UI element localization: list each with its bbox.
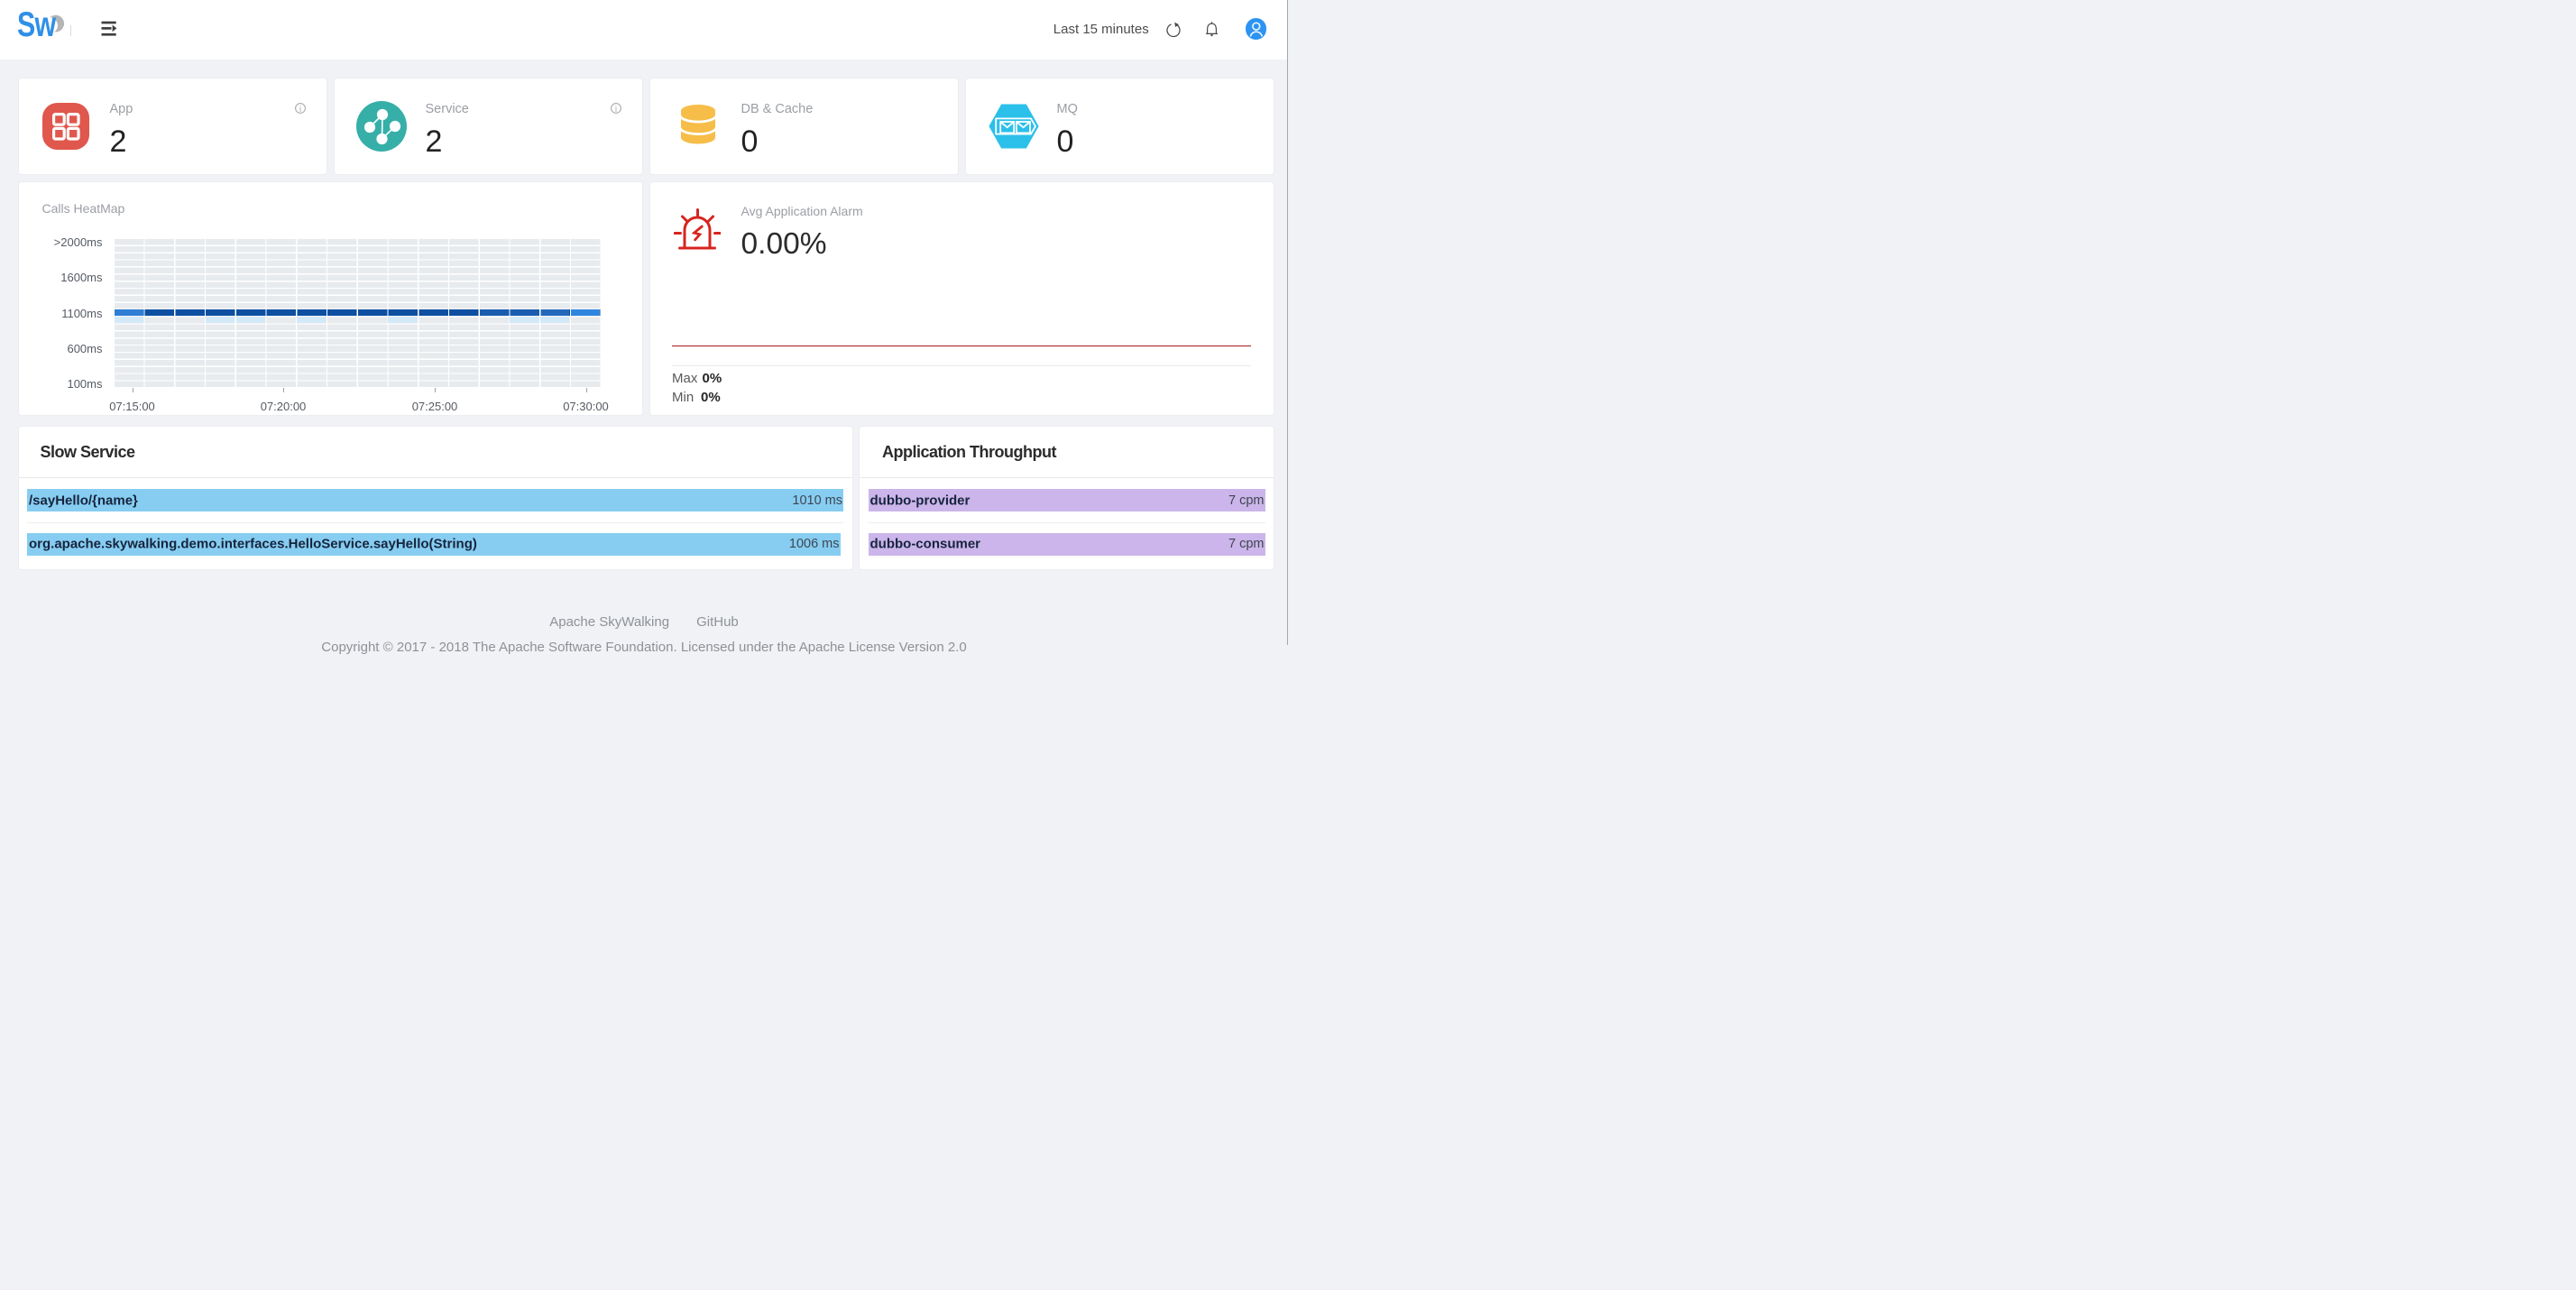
svg-text:i: i bbox=[299, 104, 301, 113]
svg-text:i: i bbox=[614, 104, 617, 113]
